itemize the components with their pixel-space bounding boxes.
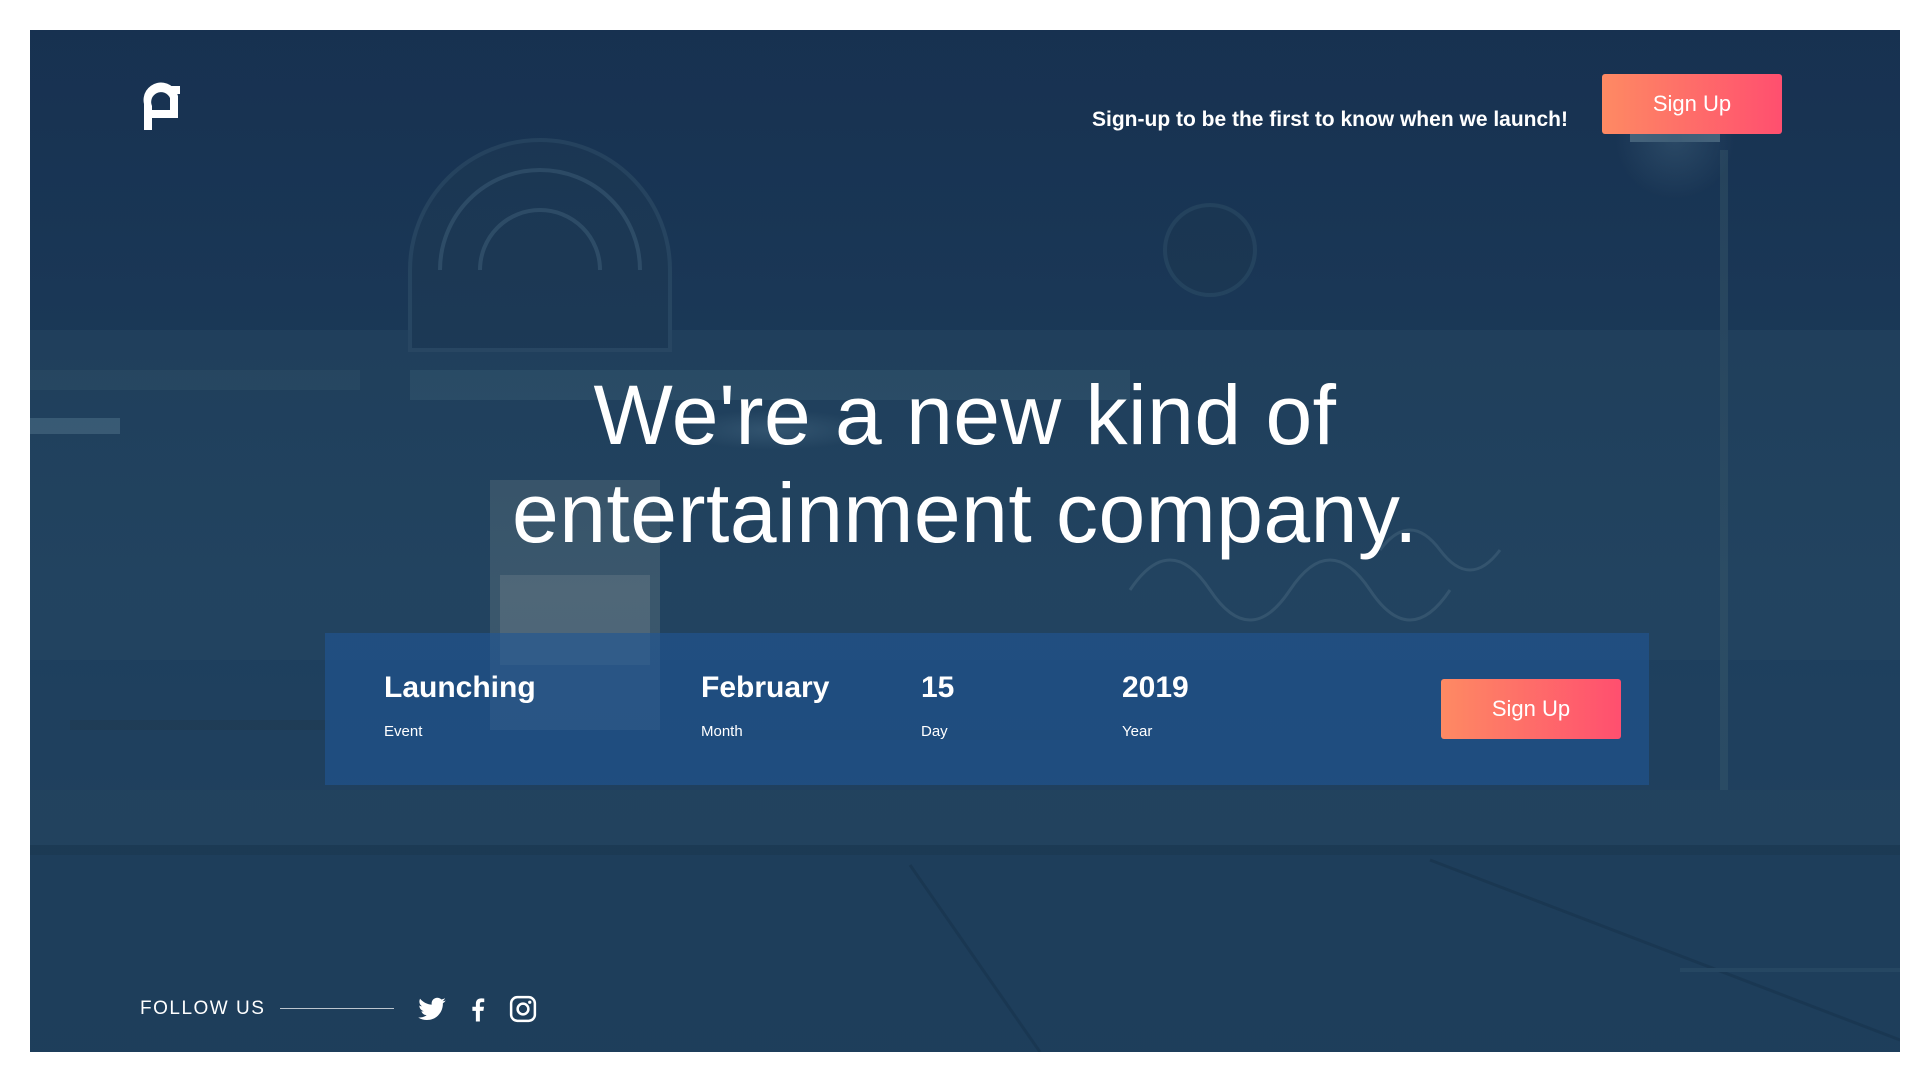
- launch-day-value: 15: [921, 671, 955, 704]
- launch-event-label: Event: [384, 723, 423, 740]
- facebook-icon[interactable]: [463, 994, 493, 1024]
- launch-year-value: 2019: [1122, 671, 1189, 704]
- twitter-icon[interactable]: [417, 994, 447, 1024]
- launch-details-panel: Launching Event February Month 15 Day 20…: [325, 633, 1649, 785]
- hero-title-line-2: entertainment company.: [512, 466, 1418, 560]
- follow-us-label: FOLLOW US: [140, 998, 266, 1019]
- brand-logo[interactable]: [140, 82, 182, 130]
- landing-page: Sign-up to be the first to know when we …: [30, 30, 1900, 1052]
- hero-title: We're a new kind of entertainment compan…: [30, 366, 1900, 562]
- launch-month-label: Month: [701, 723, 743, 740]
- panel-signup-button[interactable]: Sign Up: [1441, 679, 1621, 739]
- launch-year-label: Year: [1122, 723, 1153, 740]
- logo-icon: [143, 82, 180, 130]
- launch-event: Launching Event: [384, 671, 536, 741]
- instagram-icon[interactable]: [508, 994, 538, 1024]
- hero-title-line-1: We're a new kind of: [593, 368, 1337, 462]
- header-signup-button[interactable]: Sign Up: [1602, 74, 1782, 134]
- launch-year: 2019 Year: [1122, 671, 1189, 741]
- launch-day-label: Day: [921, 723, 948, 740]
- launch-day: 15 Day: [921, 671, 954, 741]
- follow-divider: [280, 1008, 394, 1009]
- header-tagline: Sign-up to be the first to know when we …: [1092, 108, 1568, 131]
- launch-month-value: February: [701, 671, 830, 704]
- launch-month: February Month: [701, 671, 829, 741]
- launch-event-value: Launching: [384, 671, 536, 704]
